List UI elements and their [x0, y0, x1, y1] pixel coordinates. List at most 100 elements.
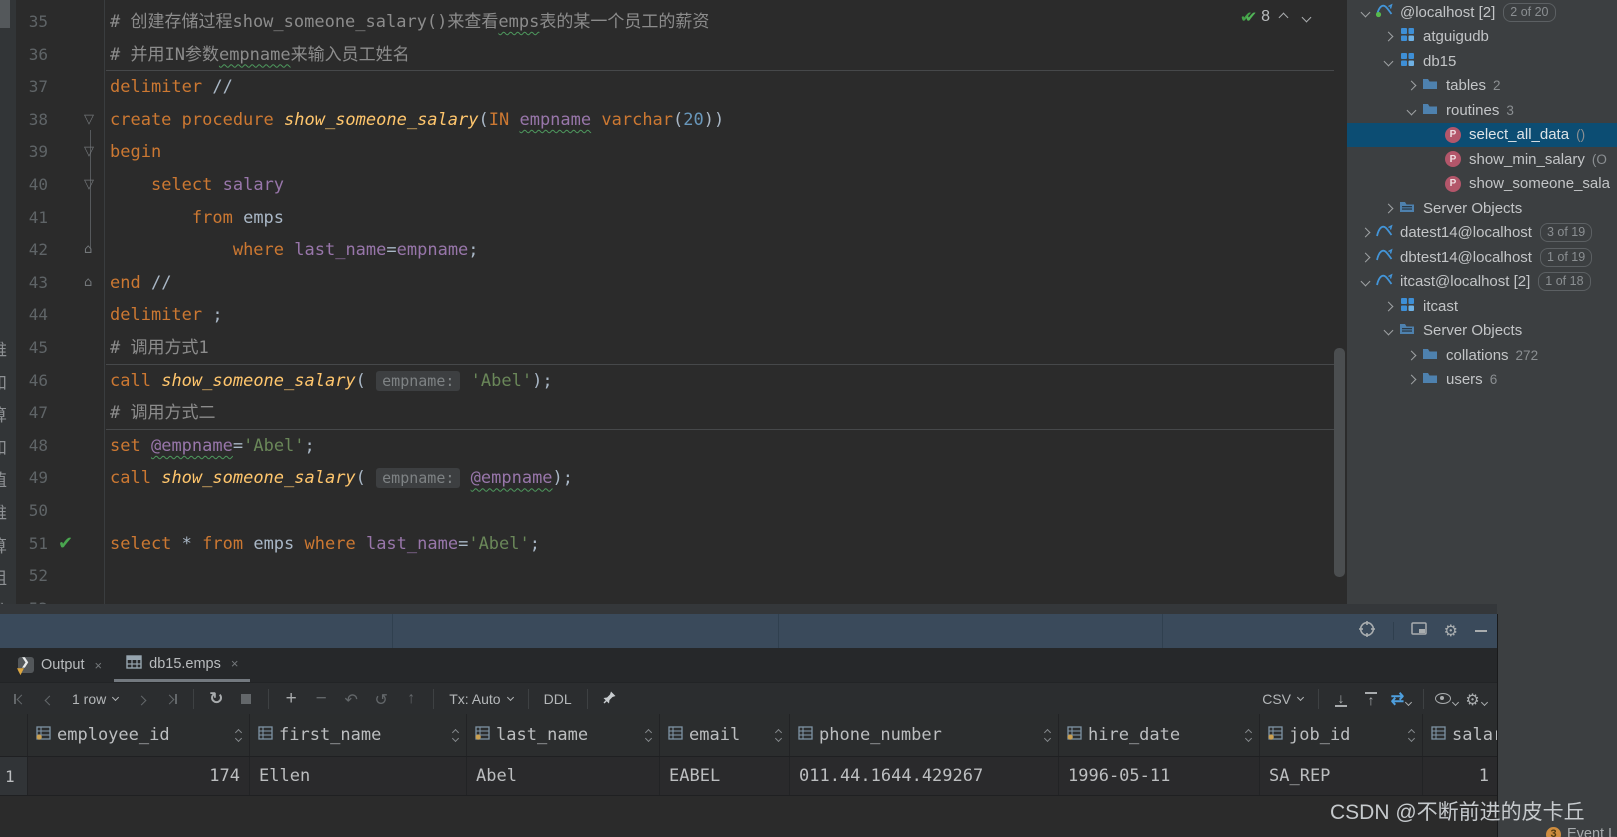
- chevron-right-icon[interactable]: [1403, 82, 1420, 89]
- chevron-down-icon[interactable]: [1403, 107, 1420, 114]
- toolbar-undo-button[interactable]: ↶: [338, 686, 364, 712]
- sort-toggle[interactable]: [776, 730, 783, 741]
- gear-icon[interactable]: ⚙: [1465, 690, 1479, 709]
- tab-output[interactable]: ❯▼Output×: [6, 648, 114, 682]
- cell-last_name[interactable]: Abel: [467, 757, 660, 795]
- column-header-hire_date[interactable]: hire_date: [1059, 714, 1260, 756]
- toolbar-nav-last-button[interactable]: [158, 686, 184, 712]
- editor-scrollbar[interactable]: [1334, 348, 1345, 577]
- export-data-icon[interactable]: ↓: [1335, 692, 1347, 707]
- tree-item-itcast-localhost-2-[interactable]: itcast@localhost [2]1 of 18: [1347, 270, 1617, 295]
- code-line[interactable]: where last_name=empname;: [110, 234, 479, 267]
- chevron-right-icon[interactable]: [1357, 254, 1374, 261]
- chevron-right-icon[interactable]: [1380, 33, 1397, 40]
- toolbar-eye-button[interactable]: [1433, 686, 1459, 712]
- tree-item-routines[interactable]: routines3: [1347, 98, 1617, 123]
- code-line[interactable]: begin: [110, 136, 161, 169]
- tool-window-header[interactable]: ⚙: [0, 614, 1497, 648]
- first-page-icon[interactable]: [14, 694, 25, 704]
- code-line[interactable]: # 创建存储过程show_someone_salary()来查看emps表的某一…: [110, 6, 709, 39]
- prev-problem-icon[interactable]: [1279, 12, 1289, 22]
- tree-item-atguigudb[interactable]: atguigudb: [1347, 25, 1617, 50]
- toolbar-ddl-button[interactable]: DDL: [536, 691, 580, 707]
- sort-toggle[interactable]: [1409, 730, 1416, 741]
- code-line[interactable]: set @empname='Abel';: [110, 430, 315, 463]
- chevron-down-icon[interactable]: [1380, 58, 1397, 65]
- toolbar-pin-button[interactable]: [597, 686, 623, 712]
- chevron-down-icon[interactable]: [1357, 9, 1374, 16]
- cell-phone_number[interactable]: 011.44.1644.429267: [790, 757, 1059, 795]
- toolbar-refresh-button[interactable]: ↻: [203, 686, 229, 712]
- toolbar-nav-first-button[interactable]: [6, 686, 32, 712]
- toolbar-upload-button[interactable]: ↑: [1358, 686, 1384, 712]
- sort-toggle[interactable]: [453, 730, 460, 741]
- chevron-right-icon[interactable]: [1380, 303, 1397, 310]
- toolbar-nav-next-button[interactable]: [128, 686, 154, 712]
- cell-salary[interactable]: 1: [1423, 757, 1498, 795]
- column-header-email[interactable]: email: [660, 714, 790, 756]
- chevron-right-icon[interactable]: [1403, 352, 1420, 359]
- toolbar-tx-auto-button[interactable]: Tx: Auto: [441, 691, 520, 707]
- fold-marker-icon[interactable]: ▽: [84, 104, 94, 137]
- toolbar-nav-prev-button[interactable]: [36, 686, 62, 712]
- toolbar-1-row-button[interactable]: 1 row: [64, 691, 126, 707]
- refresh-icon[interactable]: ↻: [209, 689, 223, 709]
- last-page-icon[interactable]: [166, 694, 177, 704]
- sort-toggle[interactable]: [1246, 730, 1253, 741]
- toolbar-arrow-up-button[interactable]: ↑: [398, 686, 424, 712]
- tree-item-show-someone-sala[interactable]: Pshow_someone_sala: [1347, 172, 1617, 197]
- tree-item-users[interactable]: users6: [1347, 368, 1617, 393]
- toolbar-minus-button[interactable]: −: [308, 686, 334, 712]
- delete-row-icon[interactable]: −: [316, 688, 327, 710]
- event-log-widget[interactable]: 3 Event L: [1546, 826, 1616, 837]
- next-problem-icon[interactable]: [1302, 12, 1312, 22]
- cell-hire_date[interactable]: 1996-05-11: [1059, 757, 1260, 795]
- tree-item-datest14-localhost[interactable]: datest14@localhost3 of 19: [1347, 221, 1617, 246]
- inspection-widget[interactable]: ✔✔ 8: [1240, 6, 1310, 28]
- sort-toggle[interactable]: [646, 730, 653, 741]
- column-header-salary[interactable]: salary: [1423, 714, 1498, 756]
- tree-item-db15[interactable]: db15: [1347, 49, 1617, 74]
- submit-icon[interactable]: ↑: [407, 690, 415, 708]
- column-header-last_name[interactable]: last_name: [467, 714, 660, 756]
- previous-page-icon[interactable]: [46, 691, 53, 707]
- toolbar-sync-button[interactable]: ⇄: [1388, 686, 1414, 712]
- column-header-first_name[interactable]: first_name: [250, 714, 467, 756]
- dock-window-icon[interactable]: [1411, 622, 1427, 639]
- gear-icon[interactable]: ⚙: [1444, 621, 1458, 640]
- code-line[interactable]: select salary: [110, 169, 284, 202]
- close-icon[interactable]: ×: [95, 658, 103, 673]
- tree-item-server-objects[interactable]: Server Objects: [1347, 319, 1617, 344]
- code-line[interactable]: create procedure show_someone_salary(IN …: [110, 104, 724, 137]
- cell-first_name[interactable]: Ellen: [250, 757, 467, 795]
- tree-item-select-all-data[interactable]: Pselect_all_data(): [1347, 123, 1617, 148]
- toolbar-download-button[interactable]: ↓: [1328, 686, 1354, 712]
- tree-item-show-min-salary[interactable]: Pshow_min_salary(O: [1347, 147, 1617, 172]
- cell-job_id[interactable]: SA_REP: [1260, 757, 1423, 795]
- sort-toggle[interactable]: [236, 730, 243, 741]
- code-line[interactable]: call show_someone_salary( empname: 'Abel…: [110, 365, 553, 398]
- tree-item-tables[interactable]: tables2: [1347, 74, 1617, 99]
- fold-marker-icon[interactable]: ⌂: [84, 267, 92, 300]
- code-line[interactable]: # 调用方式二: [110, 397, 215, 430]
- chevron-down-icon[interactable]: [1380, 327, 1397, 334]
- tree-item-server-objects[interactable]: Server Objects: [1347, 196, 1617, 221]
- view-options-icon[interactable]: [1435, 691, 1451, 707]
- revert-icon[interactable]: ↺: [375, 690, 388, 709]
- code-line[interactable]: select * from emps where last_name='Abel…: [110, 528, 540, 561]
- fold-marker-icon[interactable]: ▽: [84, 169, 94, 202]
- fold-marker-icon[interactable]: ▽: [84, 136, 94, 169]
- navigation-wheel-icon[interactable]: [1358, 625, 1376, 642]
- compare-icon[interactable]: ⇄: [1391, 689, 1404, 709]
- column-header-phone_number[interactable]: phone_number: [790, 714, 1059, 756]
- code-line[interactable]: end //: [110, 267, 171, 300]
- code-line[interactable]: call show_someone_salary( empname: @empn…: [110, 462, 573, 495]
- tree-item-collations[interactable]: collations272: [1347, 343, 1617, 368]
- cell-employee_id[interactable]: 174: [28, 757, 250, 795]
- toolbar-gear-button[interactable]: ⚙: [1463, 686, 1489, 712]
- import-data-icon[interactable]: ↑: [1365, 692, 1377, 707]
- chevron-right-icon[interactable]: [1403, 376, 1420, 383]
- chevron-right-icon[interactable]: [1357, 229, 1374, 236]
- tree-item--localhost-2-[interactable]: @localhost [2]2 of 20: [1347, 0, 1617, 25]
- code-line[interactable]: delimiter ;: [110, 299, 223, 332]
